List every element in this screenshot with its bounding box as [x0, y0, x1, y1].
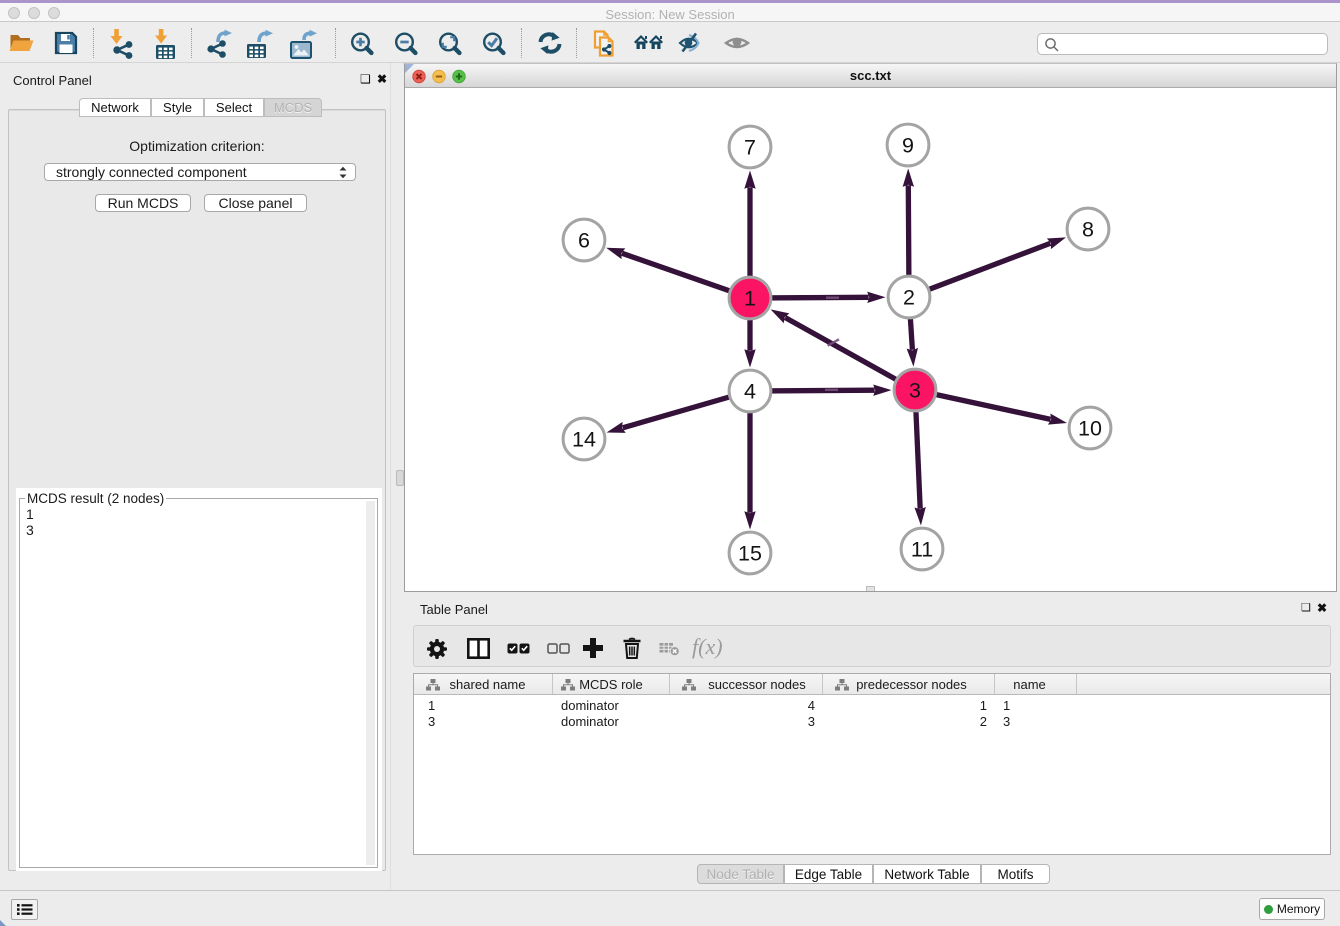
svg-text:2: 2 [903, 286, 915, 310]
svg-text:14: 14 [572, 428, 596, 452]
svg-text:3: 3 [909, 379, 921, 403]
svg-text:9: 9 [902, 134, 914, 158]
svg-text:10: 10 [1078, 417, 1102, 441]
svg-text:8: 8 [1082, 218, 1094, 242]
svg-text:15: 15 [738, 542, 762, 566]
svg-text:4: 4 [744, 380, 756, 404]
svg-text:6: 6 [578, 229, 590, 253]
svg-text:1: 1 [744, 287, 756, 311]
svg-text:11: 11 [911, 538, 933, 562]
svg-text:7: 7 [744, 136, 756, 160]
